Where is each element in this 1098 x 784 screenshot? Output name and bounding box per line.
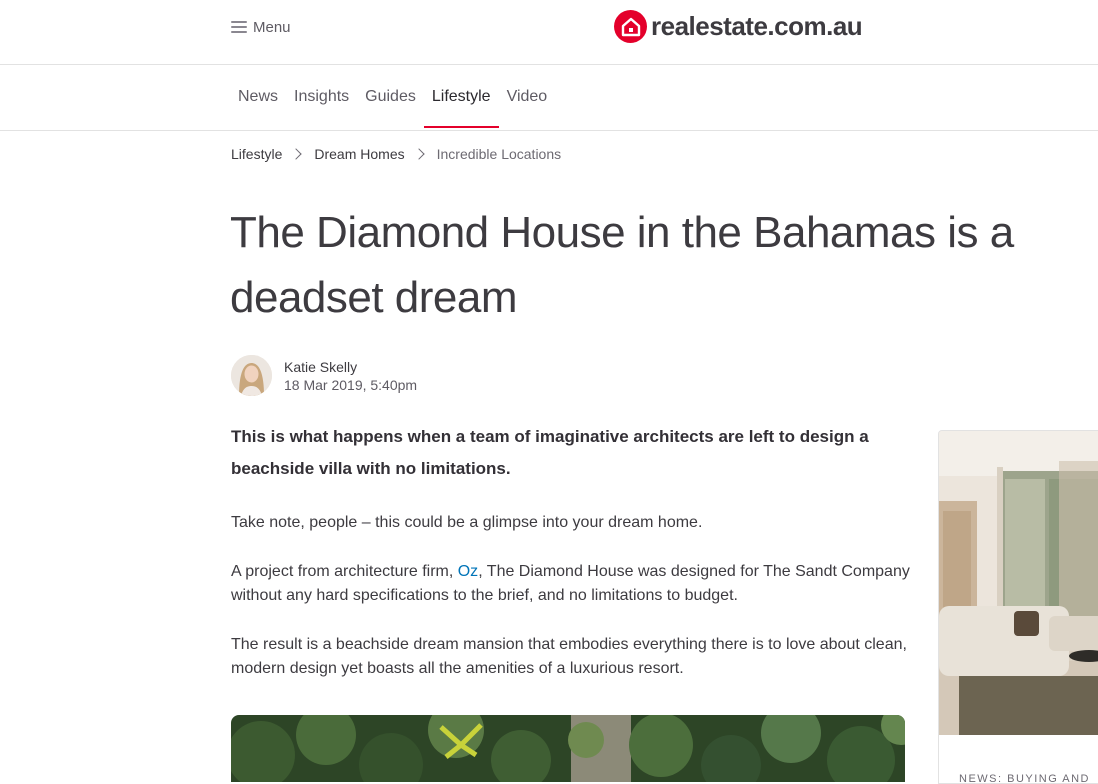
article-title: The Diamond House in the Bahamas is a de… [230,208,1014,322]
sidebar-article-card[interactable]: NEWS: BUYING AND [938,430,1098,784]
house-logo-icon [614,10,647,43]
tab-insights[interactable]: Insights [286,65,357,129]
menu-label: Menu [253,18,291,36]
tab-news[interactable]: News [230,65,286,129]
site-header: Menu realestate.com.au [0,0,1098,65]
chevron-right-icon [412,148,425,160]
article-lede: This is what happens when a team of imag… [231,427,869,478]
sidebar-category: NEWS: BUYING AND [959,773,1090,784]
oz-link[interactable]: Oz [458,563,478,580]
living-room-image [939,431,1098,735]
byline: Katie Skelly 18 Mar 2019, 5:40pm [231,355,417,396]
paragraph-3: The result is a beachside dream mansion … [231,636,907,677]
hamburger-icon [231,21,247,33]
tab-lifestyle[interactable]: Lifestyle [423,65,499,129]
breadcrumb-dream-homes[interactable]: Dream Homes [314,146,404,162]
paragraph-2: A project from architecture firm, Oz, Th… [231,560,911,608]
author-name[interactable]: Katie Skelly [284,358,417,376]
site-logo[interactable]: realestate.com.au [614,10,863,43]
logo-wordmark: realestate.com.au [651,11,863,41]
breadcrumb-incredible-locations[interactable]: Incredible Locations [437,146,562,162]
paragraph-1: Take note, people – this could be a glim… [231,514,703,531]
menu-button[interactable]: Menu [231,16,291,38]
breadcrumb: Lifestyle Dream Homes Incredible Locatio… [231,146,561,162]
tab-guides[interactable]: Guides [357,65,424,129]
breadcrumb-lifestyle[interactable]: Lifestyle [231,146,282,162]
publish-date: 18 Mar 2019, 5:40pm [284,376,418,393]
hero-image [231,715,905,782]
chevron-right-icon [290,148,303,160]
paragraph-2-text-start: A project from architecture firm, [231,563,458,580]
tab-video[interactable]: Video [499,65,556,129]
section-nav: News Insights Guides Lifestyle Video [0,65,1098,131]
author-avatar[interactable] [231,355,272,396]
